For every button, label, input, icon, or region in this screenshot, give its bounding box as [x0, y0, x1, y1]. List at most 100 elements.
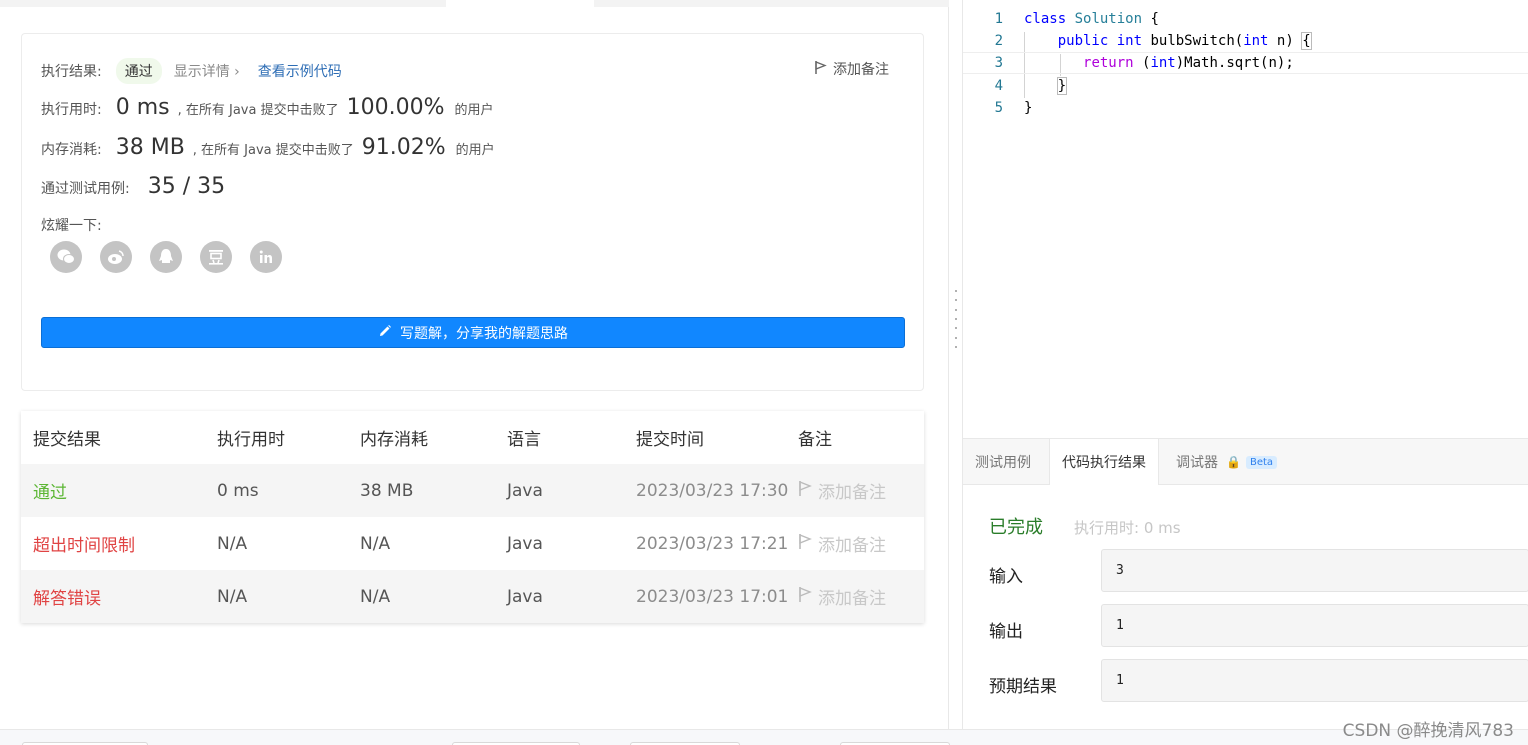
header-language: 语言 [507, 430, 541, 450]
row-memory: N/A [360, 533, 391, 554]
tab-submissions-active[interactable] [446, 0, 594, 7]
tests-value: 35 / 35 [147, 174, 226, 199]
console-tabs: 测试用例 代码执行结果 调试器 🔒 Beta [963, 438, 1528, 485]
pane-resize-handle[interactable] [954, 290, 958, 348]
table-header: 提交结果 执行用时 内存消耗 语言 提交时间 备注 [21, 411, 924, 464]
wechat-icon[interactable] [50, 241, 82, 273]
weibo-icon[interactable] [100, 241, 132, 273]
line-number: 2 [994, 33, 1003, 49]
flag-icon [798, 586, 812, 608]
row-add-note-button[interactable]: 添加备注 [798, 584, 886, 609]
row-submit-time: 2023/03/23 17:30 [636, 480, 789, 501]
status-badge: 通过 [115, 58, 162, 84]
linkedin-icon[interactable] [250, 241, 282, 273]
code-line: 1 class Solution { [963, 8, 1528, 30]
input-value-box: 3 [1101, 549, 1528, 592]
code-text: } [1024, 100, 1033, 116]
header-memory: 内存消耗 [360, 430, 428, 450]
code-line-active: 3 return (int)Math.sqrt(n); [963, 52, 1528, 74]
watermark-text: CSDN @醉挽清风783 [1342, 721, 1514, 741]
row-memory: N/A [360, 586, 391, 607]
share-label: 炫耀一下: [41, 218, 102, 234]
result-card: 执行结果: 通过 显示详情 › 查看示例代码 添加备注 执行用时: 0 ms ,… [21, 33, 924, 391]
code-line: 5 } [963, 97, 1528, 119]
exec-result-label: 执行结果: [41, 64, 102, 80]
code-line: 4 } [963, 75, 1528, 97]
code-text: } [1056, 77, 1068, 95]
table-row[interactable]: 解答错误 N/A N/A Java 2023/03/23 17:01 添加备注 [21, 570, 924, 623]
douban-icon[interactable] [200, 241, 232, 273]
runtime-row: 执行用时: 0 ms , 在所有 Java 提交中击败了 100.00% 的用户 [41, 95, 494, 120]
code-text: public int bulbSwitch(int n) { [1057, 32, 1312, 50]
row-status[interactable]: 超出时间限制 [33, 531, 135, 556]
run-result-panel: 已完成 执行用时: 0 ms 输入 3 输出 1 预期结果 1 [963, 486, 1528, 729]
memory-users-suffix: 的用户 [455, 143, 495, 158]
code-text: class Solution { [1024, 11, 1159, 27]
row-language: Java [507, 586, 543, 607]
editor-pane: 1 class Solution { 2 public int bulbSwit… [962, 0, 1528, 729]
exec-result-row: 执行结果: 通过 显示详情 › 查看示例代码 [41, 58, 342, 84]
app-root: 执行结果: 通过 显示详情 › 查看示例代码 添加备注 执行用时: 0 ms ,… [0, 0, 1528, 745]
output-value-box: 1 [1101, 604, 1528, 647]
input-label: 输入 [989, 567, 1023, 587]
row-language: Java [507, 533, 543, 554]
pencil-icon [378, 324, 392, 342]
runtime-users-suffix: 的用户 [454, 103, 494, 118]
tab-run-result[interactable]: 代码执行结果 [1049, 439, 1159, 485]
row-status[interactable]: 通过 [33, 478, 67, 503]
memory-beat-text: , 在所有 Java 提交中击败了 [192, 143, 354, 158]
tests-row: 通过测试用例: 35 / 35 [41, 174, 225, 199]
code-editor[interactable]: 1 class Solution { 2 public int bulbSwit… [963, 0, 1528, 438]
tab-test-cases[interactable]: 测试用例 [963, 439, 1043, 485]
row-language: Java [507, 480, 543, 501]
write-solution-label: 写题解，分享我的解题思路 [400, 325, 568, 342]
table-row[interactable]: 超出时间限制 N/A N/A Java 2023/03/23 17:21 添加备… [21, 517, 924, 570]
view-example-link[interactable]: 查看示例代码 [258, 61, 342, 81]
memory-label: 内存消耗: [41, 142, 102, 158]
row-status[interactable]: 解答错误 [33, 584, 101, 609]
share-row: 炫耀一下: [41, 215, 102, 235]
row-runtime: 0 ms [217, 480, 259, 501]
bottom-toolbar [0, 729, 1528, 745]
memory-row: 内存消耗: 38 MB , 在所有 Java 提交中击败了 91.02% 的用户 [41, 135, 495, 160]
header-status: 提交结果 [33, 430, 101, 450]
row-runtime: N/A [217, 533, 248, 554]
flag-icon [798, 480, 812, 502]
runtime-beat-text: , 在所有 Java 提交中击败了 [177, 103, 339, 118]
row-add-note-label: 添加备注 [818, 483, 886, 503]
output-label: 输出 [989, 622, 1023, 642]
add-note-label: 添加备注 [833, 62, 889, 78]
memory-percentile: 91.02% [361, 135, 446, 160]
submissions-table: 提交结果 执行用时 内存消耗 语言 提交时间 备注 通过 0 ms 38 MB … [21, 411, 924, 623]
tests-label: 通过测试用例: [41, 181, 130, 197]
code-text: return (int)Math.sqrt(n); [1083, 55, 1294, 71]
write-solution-button[interactable]: 写题解，分享我的解题思路 [41, 317, 905, 348]
line-number: 1 [994, 11, 1003, 27]
row-add-note-label: 添加备注 [818, 589, 886, 609]
code-line: 2 public int bulbSwitch(int n) { [963, 30, 1528, 52]
table-row[interactable]: 通过 0 ms 38 MB Java 2023/03/23 17:30 添加备注 [21, 464, 924, 517]
flag-icon [798, 533, 812, 555]
beta-badge: Beta [1245, 455, 1278, 469]
runtime-value: 0 ms [115, 95, 170, 120]
run-exec-time: 执行用时: 0 ms [1074, 519, 1181, 537]
qq-icon[interactable] [150, 241, 182, 273]
header-submit-time: 提交时间 [636, 430, 704, 450]
tab-debugger[interactable]: 调试器 🔒 Beta [1164, 439, 1289, 485]
row-add-note-button[interactable]: 添加备注 [798, 531, 886, 556]
submission-pane: 执行结果: 通过 显示详情 › 查看示例代码 添加备注 执行用时: 0 ms ,… [0, 0, 949, 729]
line-number: 4 [994, 78, 1003, 94]
add-note-button[interactable]: 添加备注 [814, 59, 889, 79]
line-number: 3 [994, 55, 1003, 71]
tab-debugger-label: 调试器 [1176, 455, 1218, 471]
row-add-note-button[interactable]: 添加备注 [798, 478, 886, 503]
runtime-label: 执行用时: [41, 102, 102, 118]
runtime-percentile: 100.00% [346, 95, 445, 120]
row-memory: 38 MB [360, 480, 414, 501]
header-note: 备注 [798, 430, 832, 450]
lock-icon: 🔒 [1226, 455, 1241, 469]
run-status: 已完成 [989, 517, 1043, 538]
show-details-link[interactable]: 显示详情 › [174, 61, 240, 81]
row-submit-time: 2023/03/23 17:21 [636, 533, 789, 554]
row-submit-time: 2023/03/23 17:01 [636, 586, 789, 607]
